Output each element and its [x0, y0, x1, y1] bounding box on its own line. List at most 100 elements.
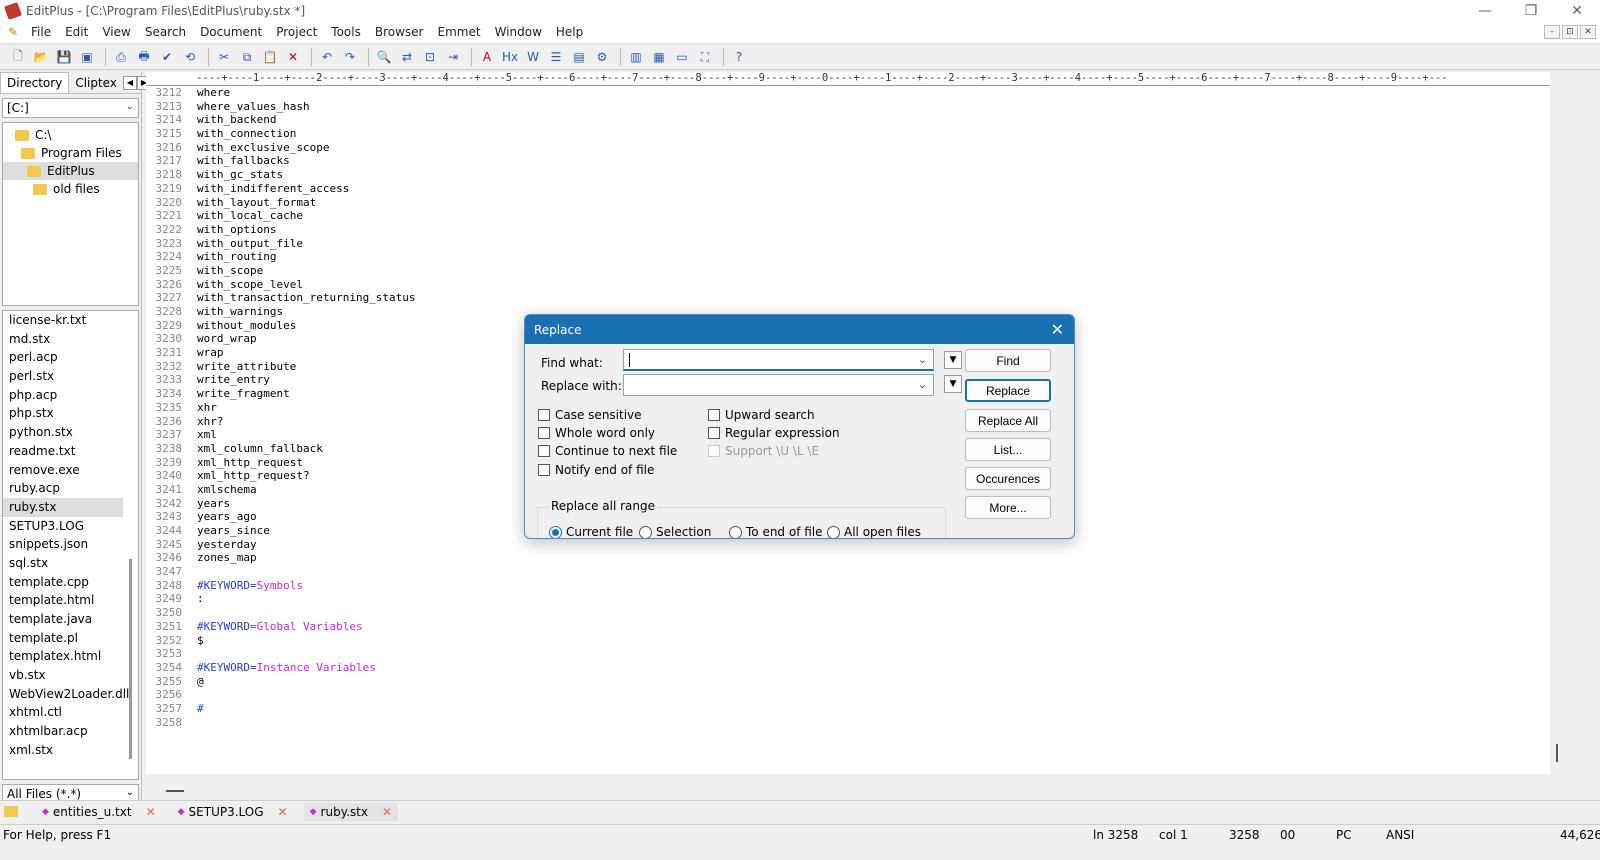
editor-horizontal-scrollbar[interactable]	[146, 778, 1550, 798]
code-line[interactable]: zones_map	[197, 551, 416, 565]
list-item[interactable]: snippets.json	[3, 535, 123, 554]
list-item[interactable]: perl.acp	[3, 348, 123, 367]
code-line[interactable]: with_warnings	[197, 305, 416, 319]
tab-cliptext[interactable]: Cliptex	[69, 73, 123, 93]
chevron-down-icon[interactable]: ⌄	[918, 378, 927, 391]
tab-left-arrow-icon[interactable]: ◀	[122, 75, 137, 90]
list-button[interactable]: List...	[965, 438, 1051, 461]
copy-icon[interactable]: ⧉	[237, 47, 257, 67]
code-line[interactable]: write_fragment	[197, 387, 416, 401]
code-line[interactable]: years_since	[197, 524, 416, 538]
code-line[interactable]: #	[197, 702, 416, 716]
menu-project[interactable]: Project	[269, 25, 324, 39]
code-line[interactable]: :	[197, 592, 416, 606]
list-item[interactable]: remove.exe	[3, 461, 123, 480]
list-item[interactable]: perl.stx	[3, 367, 123, 386]
code-line[interactable]: where_values_hash	[197, 100, 416, 114]
help-icon[interactable]: ?	[729, 47, 749, 67]
notify-end-of-file-checkbox[interactable]: Notify end of file	[538, 463, 654, 477]
whole-word-checkbox[interactable]: Whole word only	[538, 426, 655, 440]
line-numbers-icon[interactable]: ☰	[546, 47, 566, 67]
close-window-icon[interactable]: ✕	[1554, 0, 1600, 22]
code-line[interactable]: years	[197, 497, 416, 511]
hex-icon[interactable]: Hx	[500, 47, 520, 67]
checkbox-box[interactable]	[538, 445, 550, 457]
checkbox-box[interactable]	[708, 409, 720, 421]
continue-next-file-checkbox[interactable]: Continue to next file	[538, 444, 677, 458]
checkbox-box[interactable]	[538, 409, 550, 421]
menu-edit[interactable]: Edit	[58, 25, 95, 39]
list-item[interactable]: php.stx	[3, 404, 123, 423]
code-line[interactable]: #KEYWORD=Symbols	[197, 579, 416, 593]
drive-select[interactable]: [C:] ⌄	[2, 98, 139, 118]
find-what-input[interactable]: ⌄	[623, 349, 934, 371]
menu-window[interactable]: Window	[488, 25, 549, 39]
checkbox-box[interactable]	[538, 464, 550, 476]
code-line[interactable]: #KEYWORD=Global Variables	[197, 620, 416, 634]
list-item[interactable]: sql.stx	[3, 554, 123, 573]
code-line[interactable]	[197, 606, 416, 620]
menu-help[interactable]: Help	[549, 25, 590, 39]
code-line[interactable]	[197, 688, 416, 702]
restore-icon[interactable]: ❐	[1508, 0, 1554, 22]
radio-dot[interactable]	[729, 525, 742, 538]
code-line[interactable]: word_wrap	[197, 332, 416, 346]
code-line[interactable]	[197, 647, 416, 661]
list-item[interactable]: templatex.html	[3, 647, 123, 666]
print-icon[interactable]: 🖶	[134, 47, 154, 67]
regular-expression-checkbox[interactable]: Regular expression	[708, 426, 840, 440]
new-file-icon[interactable]: 🗋	[8, 47, 28, 67]
code-line[interactable]: xmlschema	[197, 483, 416, 497]
find-in-files-icon[interactable]: ⊡	[420, 47, 440, 67]
radio-dot[interactable]	[639, 525, 652, 538]
list-item[interactable]: ruby.acp	[3, 479, 123, 498]
code-line[interactable]	[197, 565, 416, 579]
code-line[interactable]: $	[197, 634, 416, 648]
upward-search-checkbox[interactable]: Upward search	[708, 408, 815, 422]
menu-search[interactable]: Search	[138, 25, 193, 39]
document-tab[interactable]: ◆ entities_u.txt ✕	[36, 803, 162, 821]
scroll-thumb[interactable]	[166, 790, 184, 792]
code-line[interactable]: xhr	[197, 401, 416, 415]
find-icon[interactable]: 🔍	[374, 47, 394, 67]
mdi-close-icon[interactable]: ✕	[1580, 25, 1596, 39]
minimize-icon[interactable]: —	[1462, 0, 1508, 22]
spellcheck-icon[interactable]: ✔	[157, 47, 177, 67]
code-line[interactable]: with_output_file	[197, 237, 416, 251]
range-current-file-radio[interactable]: Current file	[549, 525, 633, 538]
radio-dot[interactable]	[827, 525, 840, 538]
list-item[interactable]: template.cpp	[3, 573, 123, 592]
menu-emmet[interactable]: Emmet	[431, 25, 488, 39]
occurences-button[interactable]: Occurences	[965, 467, 1051, 490]
tab-directory[interactable]: Directory	[0, 72, 70, 93]
menu-file[interactable]: File	[24, 25, 58, 39]
replace-icon[interactable]: ⇄	[397, 47, 417, 67]
code-line[interactable]: without_modules	[197, 319, 416, 333]
list-item[interactable]: template.html	[3, 591, 123, 610]
code-line[interactable]: with_fallbacks	[197, 154, 416, 168]
menu-tools[interactable]: Tools	[324, 25, 368, 39]
code-line[interactable]: xml_http_request?	[197, 469, 416, 483]
code-line[interactable]: with_options	[197, 223, 416, 237]
goto-line-icon[interactable]: ⇥	[443, 47, 463, 67]
code-line[interactable]: xml_column_fallback	[197, 442, 416, 456]
replace-all-button[interactable]: Replace All	[965, 409, 1051, 432]
code-line[interactable]: xhr?	[197, 415, 416, 429]
find-button[interactable]: Find	[965, 349, 1051, 372]
list-item[interactable]: license-kr.txt	[3, 311, 123, 330]
list-item[interactable]: template.java	[3, 610, 123, 629]
tree-item-selected[interactable]: EditPlus	[3, 162, 138, 180]
checkbox-box[interactable]	[708, 427, 720, 439]
file-list-scrollbar[interactable]	[129, 559, 132, 759]
menu-view[interactable]: View	[95, 25, 137, 39]
code-line[interactable]	[197, 716, 416, 730]
code-line[interactable]: #KEYWORD=Instance Variables	[197, 661, 416, 675]
list-item[interactable]: php.acp	[3, 386, 123, 405]
save-icon[interactable]: 💾	[54, 47, 74, 67]
list-item[interactable]: SETUP3.LOG	[3, 517, 123, 536]
code-line[interactable]: xml	[197, 428, 416, 442]
menu-document[interactable]: Document	[193, 25, 269, 39]
delete-icon[interactable]: ✕	[283, 47, 303, 67]
scroll-thumb[interactable]	[1556, 744, 1558, 762]
code-line[interactable]: with_transaction_returning_status	[197, 291, 416, 305]
